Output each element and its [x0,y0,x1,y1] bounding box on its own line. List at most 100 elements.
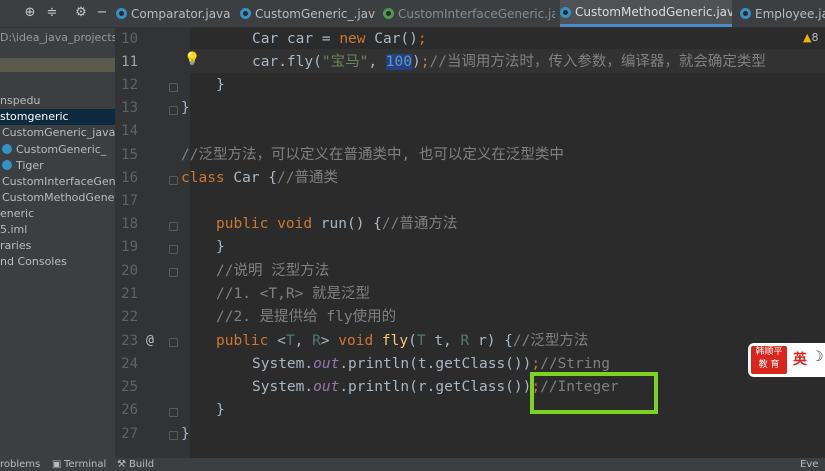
line-number: 12 [121,77,138,93]
tree-item[interactable]: CustomMethodGeneric [2,190,115,206]
code-text: car.fly("宝马", 100);//当调用方法时，传入参数，编译器，就会确… [252,54,766,70]
tab-custommethodgeneric[interactable]: CustomMethodGeneric.java ✕ [560,0,732,27]
warning-indicator[interactable]: ▲8 [803,31,818,44]
tree-item[interactable]: CustomGeneric_java [2,125,115,141]
fold-marker-icon[interactable] [169,408,178,417]
class-icon [116,8,127,19]
tree-item-label: Tiger [16,159,44,172]
code-text: //1. <T,R> 就是泛型 [216,286,371,302]
line-number: 22 [121,309,138,325]
crosshair-icon[interactable]: ⊕ [22,5,38,21]
line-number: 16 [121,170,138,186]
fold-marker-icon[interactable] [169,222,178,231]
at-override-icon[interactable]: @ [146,333,154,348]
tab-label: Comparator.java [131,6,231,21]
code-text: Car car = new Car(); [252,31,427,47]
brand-logo: 韩顺平 教 育 英 ☽ [748,343,825,377]
line-number: 14 [121,123,138,139]
tab-custominterfacegeneric[interactable]: CustomInterfaceGeneric.java ✕ [383,0,555,27]
tree-item[interactable]: raries [0,238,31,254]
code-text: class Car {//普通类 [181,170,339,186]
tree-item-selected[interactable]: stomgeneric [0,109,115,125]
logo-text-line1: 韩顺平 [755,347,783,357]
fold-marker-icon[interactable] [169,268,178,277]
class-icon [240,8,251,19]
code-text: //2. 是提供给 fly使用的 [216,309,397,325]
bottom-toolbar: roblems ▣ Terminal ⚒ Build Eve [0,458,825,471]
tab-label: CustomMethodGeneric.java [575,5,732,19]
editor-tab-bar: ⊕ ≑ ⚙ − Comparator.java ✕ CustomGeneric_… [0,0,825,28]
gear-icon[interactable]: ⚙ [73,5,89,21]
code-text: } [216,77,225,93]
build-tab[interactable]: Build [129,459,154,470]
terminal-tab[interactable]: Terminal [64,459,106,470]
line-number: 25 [121,379,138,395]
tab-label: CustomInterfaceGeneric.java [398,6,555,21]
code-line-15: //泛型方法，可以定义在普通类中, 也可以定义在泛型类中 [181,144,564,167]
line-number: 18 [121,216,138,232]
code-text: //说明 泛型方法 [216,263,330,279]
code-line-23: public <T, R> void fly(T t, R r) {//泛型方法 [216,330,588,353]
tree-item[interactable]: nd Consoles [0,254,67,270]
code-line-11: car.fly("宝马", 100);//当调用方法时，传入参数，编译器，就会确… [252,51,766,74]
tab-customgeneric[interactable]: CustomGeneric_.java ✕ [240,0,375,27]
warning-count: 8 [811,31,819,44]
tree-item[interactable]: nspedu [0,93,40,109]
tree-item[interactable]: CustomGeneric_ [2,142,106,158]
code-text: } [216,402,225,418]
line-number: 15 [121,147,138,163]
code-text: } [181,426,190,442]
code-editor[interactable]: Car car = new Car(); car.fly("宝马", 100);… [181,28,825,458]
tree-item-label: CustomGeneric_ [16,143,107,156]
tree-item[interactable]: eneric [0,206,34,222]
event-log-tab[interactable]: Eve [800,459,818,470]
line-number: 13 [121,100,138,116]
code-text: System.out.println(t.getClass());//Strin… [252,356,610,372]
tree-item[interactable]: CustomInterfaceGener [2,174,115,190]
fold-marker-icon[interactable] [169,338,178,347]
code-line-18: public void run() {//普通方法 [216,213,457,236]
line-number: 11 [121,54,138,70]
line-number: 27 [121,426,138,442]
line-number: 20 [121,263,138,279]
class-icon [560,6,571,18]
code-text: //泛型方法，可以定义在普通类中, 也可以定义在泛型类中 [181,147,564,163]
line-number: 24 [121,356,138,372]
collapse-icon[interactable]: ≑ [44,5,60,21]
code-line-22: //2. 是提供给 fly使用的 [216,306,396,329]
tab-label: Employee.java [755,6,825,21]
minus-icon[interactable]: − [94,5,110,21]
logo-text-line2: 教 育 [758,360,780,370]
fold-marker-icon[interactable] [169,245,178,254]
project-panel: D:\idea_java_projects\c nspedu stomgener… [0,28,115,458]
tree-item[interactable]: 5.iml [0,222,27,238]
fold-marker-icon[interactable] [169,83,178,92]
code-line-20: //说明 泛型方法 [216,260,329,283]
line-number: 10 [121,31,138,47]
ime-indicator: 英 [793,352,807,368]
line-number: 19 [121,239,138,255]
tab-comparator[interactable]: Comparator.java ✕ [116,0,234,27]
code-line-10: Car car = new Car(); [252,28,427,51]
tab-label: CustomGeneric_.java [255,6,375,21]
line-number: 26 [121,402,138,418]
tab-employee[interactable]: Employee.java [740,0,825,27]
fold-marker-icon[interactable] [169,106,178,115]
code-text: public <T, R> void fly(T t, R r) {//泛型方法 [216,333,589,349]
class-icon [740,8,751,19]
tree-item[interactable]: Tiger [2,158,44,174]
code-text: } [216,239,225,255]
class-icon [2,160,12,170]
terminal-icon: ▣ [52,459,62,470]
line-number: 23 [121,333,138,349]
code-line-16: class Car {//普通类 [181,167,338,190]
code-line-19: } [216,236,225,259]
problems-tab[interactable]: roblems [0,459,40,470]
code-text: public void run() {//普通方法 [216,216,458,232]
annotation-highlight-box [530,372,658,414]
fold-marker-icon[interactable] [169,176,178,185]
fold-marker-icon[interactable] [169,431,178,440]
interface-icon [383,8,394,19]
project-highlight-row[interactable] [0,58,115,72]
code-line-13: } [181,97,190,120]
